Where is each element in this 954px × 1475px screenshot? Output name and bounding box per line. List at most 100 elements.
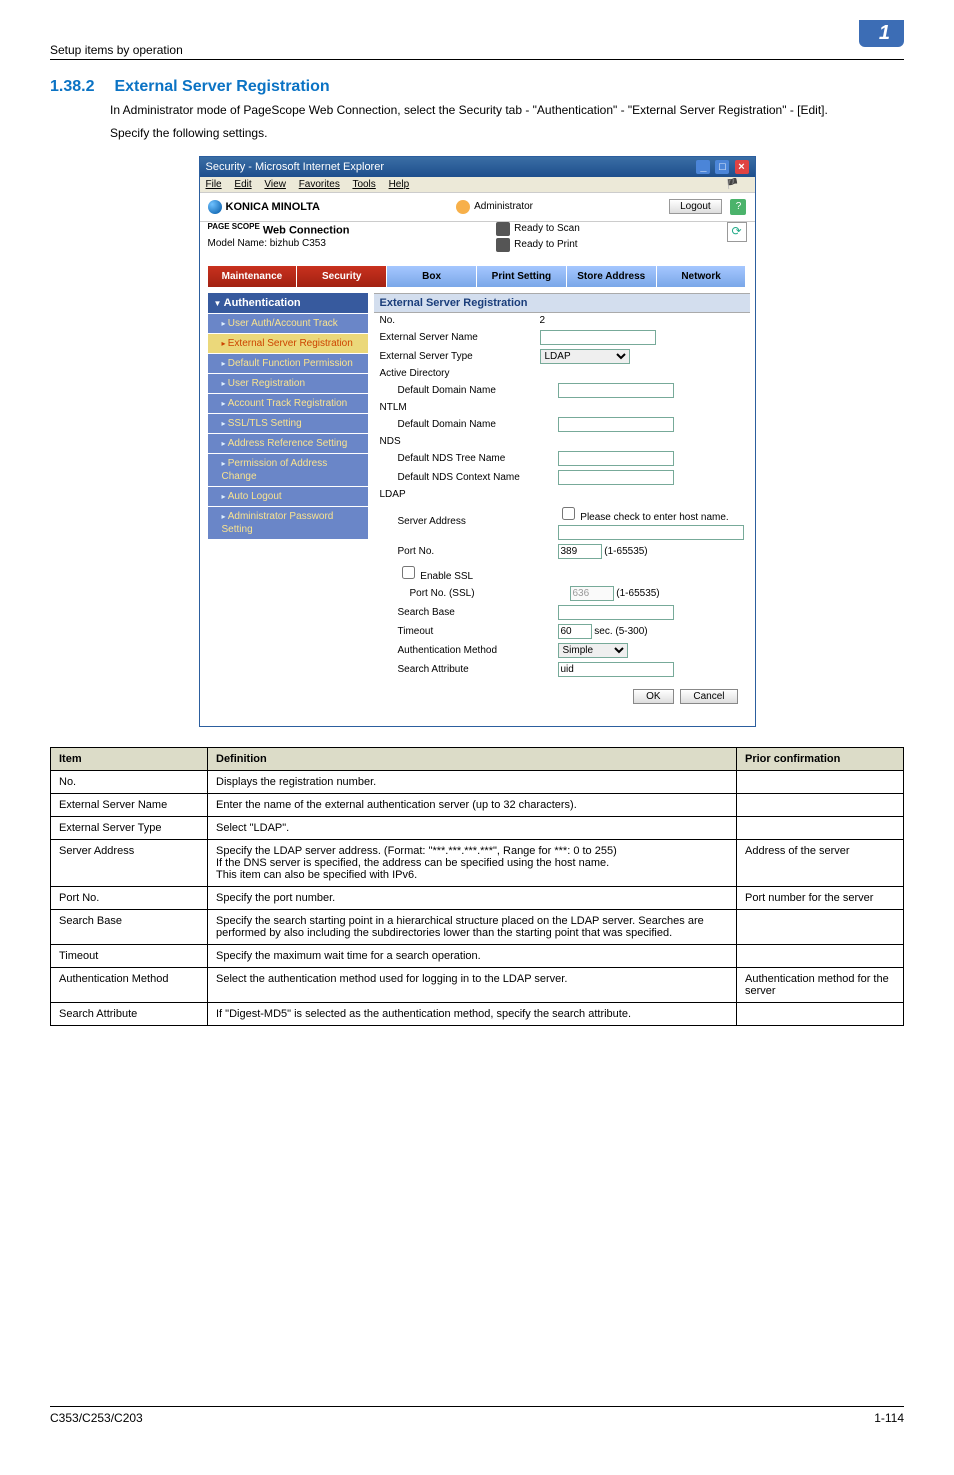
host-name-checkbox[interactable]	[562, 507, 575, 520]
logout-button[interactable]: Logout	[669, 199, 722, 214]
sidebar-item-admin-password[interactable]: Administrator Password Setting	[208, 506, 368, 539]
cancel-button[interactable]: Cancel	[680, 689, 737, 704]
web-connection-label: PAGE SCOPE Web Connection	[208, 222, 350, 237]
nds-context-input[interactable]	[558, 470, 674, 485]
nds-context-label: Default NDS Context Name	[380, 472, 558, 483]
ok-button[interactable]: OK	[633, 689, 673, 704]
table-row: TimeoutSpecify the maximum wait time for…	[51, 944, 904, 967]
search-attribute-label: Search Attribute	[380, 664, 558, 675]
sidebar: Authentication User Auth/Account Track E…	[208, 293, 368, 718]
no-value: 2	[540, 315, 546, 326]
tab-box[interactable]: Box	[387, 266, 477, 287]
menu-help[interactable]: Help	[389, 179, 410, 190]
sidebar-item-user-auth[interactable]: User Auth/Account Track	[208, 313, 368, 333]
timeout-label: Timeout	[380, 626, 558, 637]
search-attribute-input[interactable]	[558, 662, 674, 677]
cell-item: External Server Name	[51, 793, 208, 816]
status-scan: Ready to Scan	[514, 223, 580, 234]
ssl-port-range: (1-65535)	[616, 588, 659, 599]
footer-model: C353/C253/C203	[50, 1411, 143, 1425]
help-icon[interactable]: ?	[730, 199, 746, 215]
menu-view[interactable]: View	[264, 179, 286, 190]
external-server-type-label: External Server Type	[380, 351, 540, 362]
tab-store-address[interactable]: Store Address	[567, 266, 657, 287]
sidebar-item-external-server[interactable]: External Server Registration	[208, 333, 368, 353]
table-row: Search BaseSpecify the search starting p…	[51, 909, 904, 944]
enable-ssl-checkbox[interactable]	[402, 566, 415, 579]
cell-prior	[737, 944, 904, 967]
cell-definition: Specify the port number.	[208, 886, 737, 909]
timeout-input[interactable]	[558, 624, 592, 639]
ad-default-domain-input[interactable]	[558, 383, 674, 398]
table-row: Search AttributeIf "Digest-MD5" is selec…	[51, 1002, 904, 1025]
footer-page: 1-114	[874, 1411, 904, 1425]
window-minimize-icon[interactable]: _	[696, 160, 710, 174]
ssl-port-input	[570, 586, 614, 601]
globe-icon	[208, 200, 222, 214]
menu-tools[interactable]: Tools	[352, 179, 375, 190]
cell-prior	[737, 793, 904, 816]
port-no-input[interactable]	[558, 544, 602, 559]
sidebar-head-authentication[interactable]: Authentication	[208, 293, 368, 313]
sidebar-item-account-track[interactable]: Account Track Registration	[208, 393, 368, 413]
tab-maintenance[interactable]: Maintenance	[208, 266, 298, 287]
window-title: Security - Microsoft Internet Explorer	[206, 161, 385, 173]
ie-flag-icon: 🏴	[726, 179, 738, 190]
ntlm-default-domain-label: Default Domain Name	[380, 419, 558, 430]
cell-prior	[737, 909, 904, 944]
window-maximize-icon[interactable]: □	[715, 160, 729, 174]
sidebar-item-default-function[interactable]: Default Function Permission	[208, 353, 368, 373]
cell-item: External Server Type	[51, 816, 208, 839]
refresh-icon[interactable]: ⟳	[727, 222, 747, 242]
external-server-name-label: External Server Name	[380, 332, 540, 343]
status-print: Ready to Print	[514, 239, 577, 250]
sidebar-item-address-reference[interactable]: Address Reference Setting	[208, 433, 368, 453]
menu-edit[interactable]: Edit	[234, 179, 251, 190]
cell-definition: Select the authentication method used fo…	[208, 967, 737, 1002]
ntlm-default-domain-input[interactable]	[558, 417, 674, 432]
browser-window: Security - Microsoft Internet Explorer _…	[199, 156, 756, 727]
auth-method-select[interactable]: Simple	[558, 643, 628, 658]
server-address-input[interactable]	[558, 525, 744, 540]
menu-file[interactable]: File	[206, 179, 222, 190]
cell-item: Port No.	[51, 886, 208, 909]
admin-label: Administrator	[474, 201, 533, 212]
th-prior: Prior confirmation	[737, 747, 904, 770]
sidebar-item-user-registration[interactable]: User Registration	[208, 373, 368, 393]
cell-item: No.	[51, 770, 208, 793]
cell-prior: Address of the server	[737, 839, 904, 886]
table-row: Authentication MethodSelect the authenti…	[51, 967, 904, 1002]
tab-print-setting[interactable]: Print Setting	[477, 266, 567, 287]
ldap-group: LDAP	[374, 487, 750, 502]
port-no-label: Port No.	[380, 546, 558, 557]
cell-definition: Displays the registration number.	[208, 770, 737, 793]
search-base-label: Search Base	[380, 607, 558, 618]
cell-definition: Specify the search starting point in a h…	[208, 909, 737, 944]
cell-item: Search Base	[51, 909, 208, 944]
cell-definition: Specify the LDAP server address. (Format…	[208, 839, 737, 886]
active-directory-group: Active Directory	[374, 366, 750, 381]
ad-default-domain-label: Default Domain Name	[380, 385, 558, 396]
nds-tree-input[interactable]	[558, 451, 674, 466]
menu-favorites[interactable]: Favorites	[299, 179, 340, 190]
external-server-name-input[interactable]	[540, 330, 656, 345]
cell-prior	[737, 1002, 904, 1025]
th-definition: Definition	[208, 747, 737, 770]
cell-definition: If "Digest-MD5" is selected as the authe…	[208, 1002, 737, 1025]
ntlm-group: NTLM	[374, 400, 750, 415]
tab-network[interactable]: Network	[657, 266, 747, 287]
cell-item: Server Address	[51, 839, 208, 886]
tab-security[interactable]: Security	[297, 266, 387, 287]
nds-tree-label: Default NDS Tree Name	[380, 453, 558, 464]
window-close-icon[interactable]: ×	[735, 160, 749, 174]
cell-item: Search Attribute	[51, 1002, 208, 1025]
search-base-input[interactable]	[558, 605, 674, 620]
sidebar-item-permission-address[interactable]: Permission of Address Change	[208, 453, 368, 486]
table-row: External Server TypeSelect "LDAP".	[51, 816, 904, 839]
table-row: External Server NameEnter the name of th…	[51, 793, 904, 816]
sidebar-item-auto-logout[interactable]: Auto Logout	[208, 486, 368, 506]
external-server-type-select[interactable]: LDAP	[540, 349, 630, 364]
th-item: Item	[51, 747, 208, 770]
menu-bar: File Edit View Favorites Tools Help 🏴	[200, 177, 755, 193]
sidebar-item-ssl-tls[interactable]: SSL/TLS Setting	[208, 413, 368, 433]
